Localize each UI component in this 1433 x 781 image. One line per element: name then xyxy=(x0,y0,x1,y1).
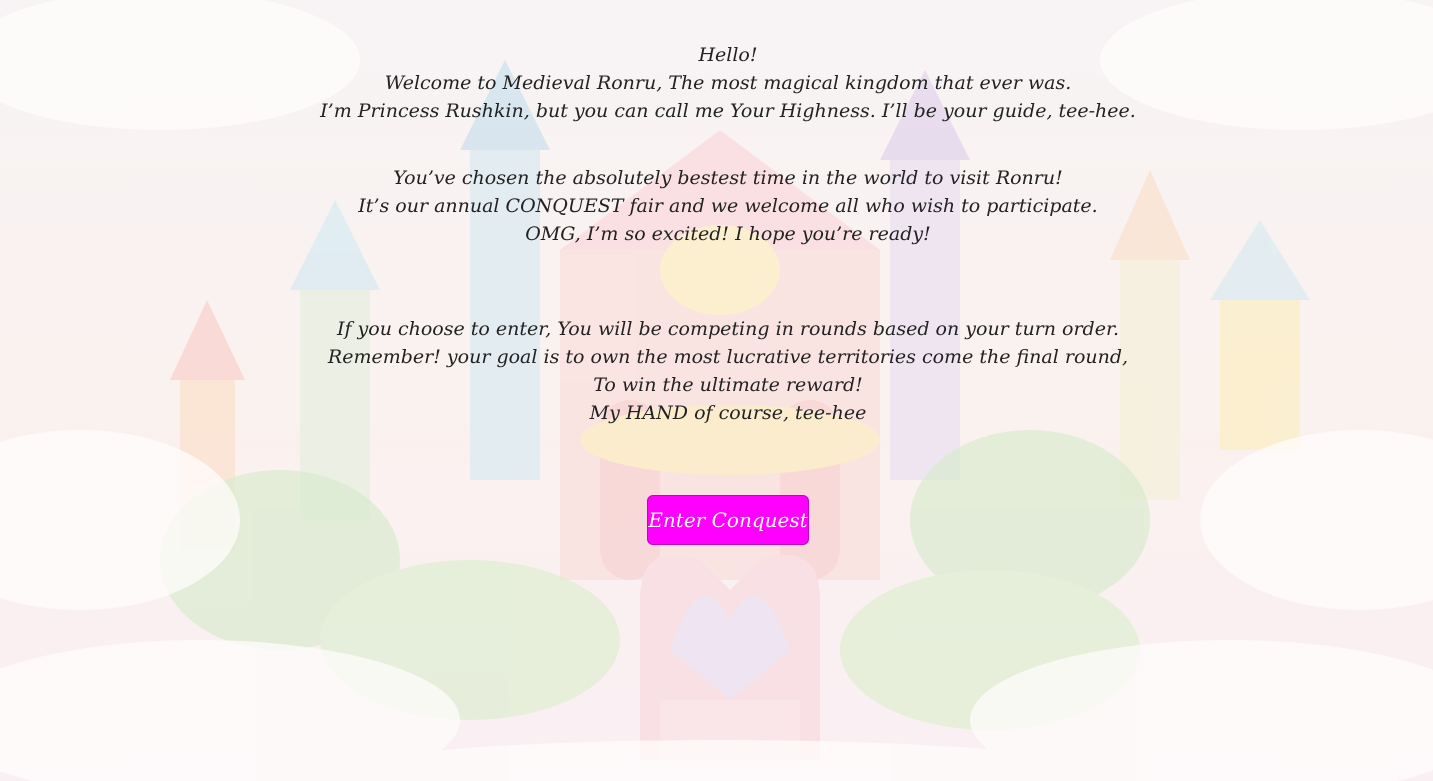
enter-conquest-button[interactable]: Enter Conquest xyxy=(647,495,809,545)
rules-paragraph: If you choose to enter, You will be comp… xyxy=(0,315,1433,427)
rules-line: My HAND of course, tee-hee xyxy=(589,402,867,424)
rules-line: Remember! your goal is to own the most l… xyxy=(327,346,1129,368)
rules-line: If you choose to enter, You will be comp… xyxy=(336,318,1120,340)
rules-line: To win the ultimate reward! xyxy=(593,374,863,396)
intro-line: I’m Princess Rushkin, but you can call m… xyxy=(320,100,1136,122)
announcement-paragraph: You’ve chosen the absolutely bestest tim… xyxy=(0,164,1433,248)
announcement-line: OMG, I’m so excited! I hope you’re ready… xyxy=(525,223,931,245)
announcement-line: It’s our annual CONQUEST fair and we wel… xyxy=(358,195,1098,217)
announcement-line: You’ve chosen the absolutely bestest tim… xyxy=(393,167,1063,189)
intro-line: Welcome to Medieval Ronru, The most magi… xyxy=(384,72,1072,94)
intro-line: Hello! xyxy=(698,44,758,66)
intro-paragraph: Hello! Welcome to Medieval Ronru, The mo… xyxy=(0,41,1433,125)
